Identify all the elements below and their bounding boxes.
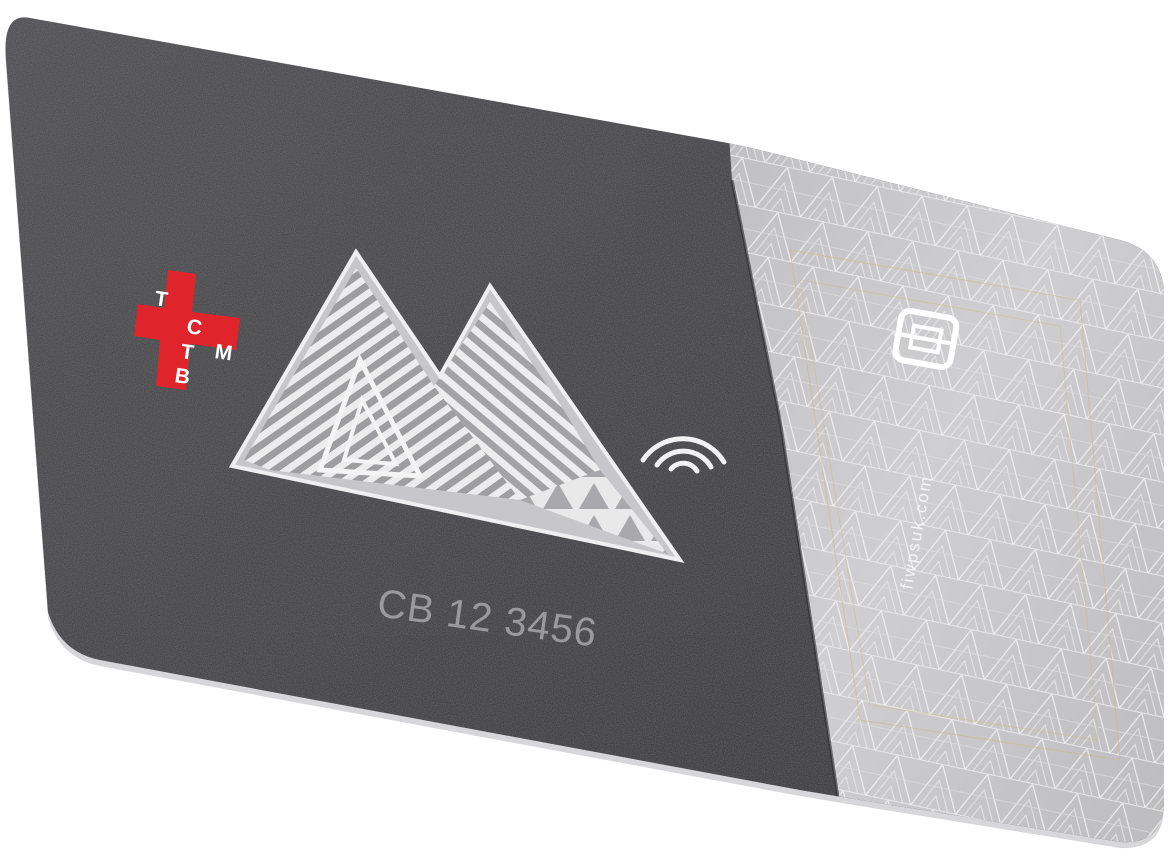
logo-letter-b: B — [173, 364, 191, 389]
logo-letter-m: M — [213, 340, 234, 365]
logo-letter-c: C — [185, 315, 203, 340]
scene: T B T C M CB 12 3456 ­­fiwpsuk.com — [5, 17, 1164, 849]
